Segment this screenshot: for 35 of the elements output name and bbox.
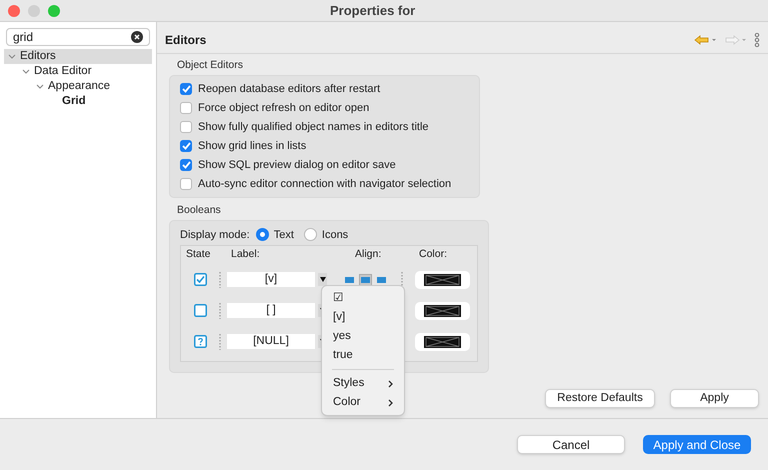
checkbox-label: Show grid lines in lists xyxy=(198,138,306,154)
page-button[interactable]: Restore Defaults xyxy=(545,389,655,408)
checkbox-label: Auto-sync editor connection with navigator selection xyxy=(198,176,452,192)
display-mode-label: Display mode: xyxy=(180,228,250,242)
dialog-button[interactable]: Cancel xyxy=(517,435,625,454)
search-field[interactable]: grid xyxy=(6,28,150,46)
menu-item[interactable]: yes xyxy=(322,327,404,346)
menu-item[interactable]: [v] xyxy=(322,308,404,327)
group-title: Booleans xyxy=(177,202,222,218)
tree-item[interactable]: Editors xyxy=(4,49,152,64)
checkbox-label: Force object refresh on editor open xyxy=(198,100,370,116)
tree-item[interactable]: Data Editor xyxy=(4,64,152,79)
column-header: Label: xyxy=(230,247,261,262)
page-button[interactable]: Apply xyxy=(670,389,759,408)
group-title: Object Editors xyxy=(177,58,244,73)
column-header: Color: xyxy=(418,247,448,262)
checkbox-label: Show SQL preview dialog on editor save xyxy=(198,158,396,172)
label-field[interactable]: [v] xyxy=(227,272,315,287)
column-header: State xyxy=(185,247,212,262)
label-field[interactable]: [NULL] xyxy=(227,334,315,349)
radio-label: Icons xyxy=(322,228,348,242)
submenu-item[interactable]: Styles xyxy=(322,374,404,393)
menu-item[interactable]: true xyxy=(322,346,404,365)
window-title: Properties for xyxy=(330,2,416,20)
submenu-item[interactable]: Color xyxy=(322,393,404,412)
dialog-button[interactable]: Apply and Close xyxy=(643,435,751,454)
column-header: Align: xyxy=(354,247,382,262)
label-field[interactable]: [ ] xyxy=(227,303,315,318)
tree-item[interactable]: Appearance xyxy=(4,79,152,94)
tree-item[interactable]: Grid xyxy=(4,94,152,109)
checkbox-label: Reopen database editors after restart xyxy=(198,82,380,96)
page-title: Editors xyxy=(165,32,206,48)
checkbox-label: Show fully qualified object names in editors title xyxy=(198,120,429,134)
menu-item[interactable]: ☑ xyxy=(322,289,404,308)
radio-label: Text xyxy=(274,228,294,242)
